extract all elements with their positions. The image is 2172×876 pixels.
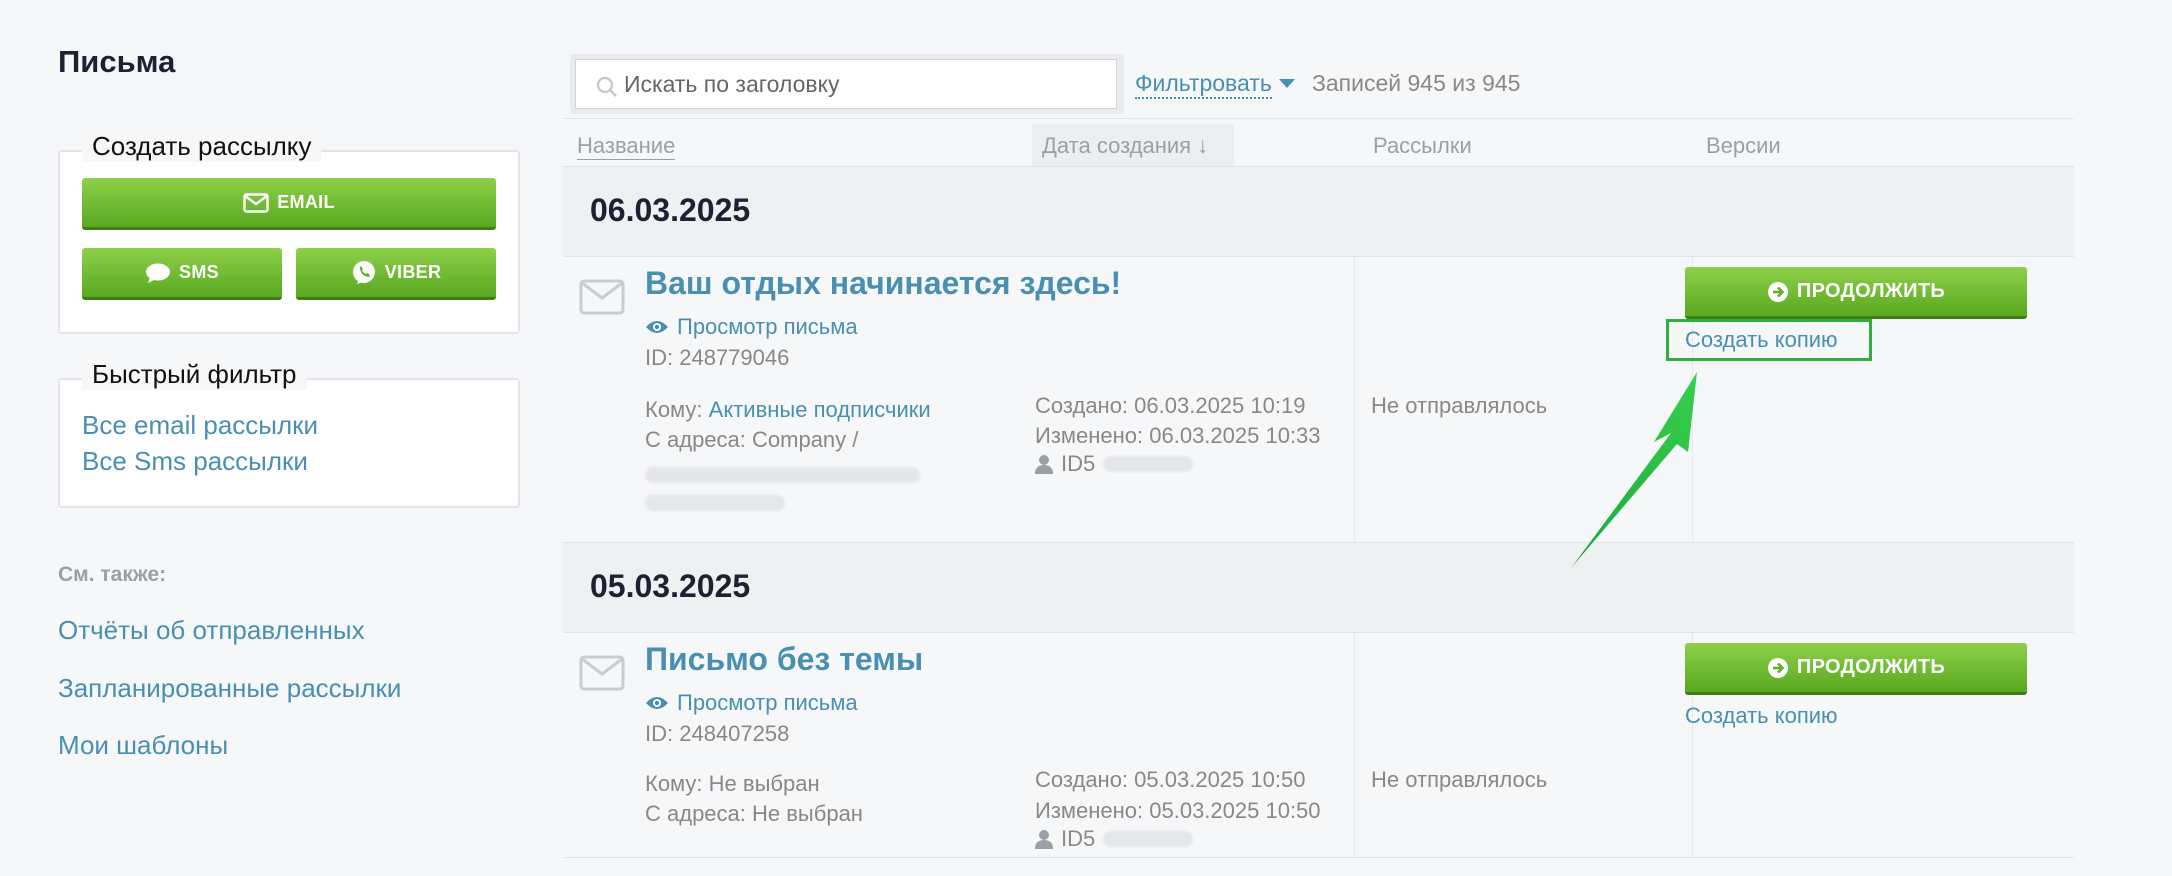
create-sms-button[interactable]: SMS: [82, 248, 282, 300]
letter-id: ID: 248779046: [645, 345, 790, 370]
letter-subject[interactable]: Письмо без темы: [645, 641, 923, 678]
sender-blurred: [645, 489, 785, 515]
modified-date: Изменено: 06.03.2025 10:33: [1035, 423, 1321, 448]
recipient-label: Кому:: [645, 771, 703, 796]
recipient-value: Не выбран: [708, 771, 820, 796]
author-line: ID5: [1035, 826, 1194, 852]
mailing-status: Не отправлялось: [1371, 767, 1548, 792]
column-header-created-label: Дата создания ↓: [1042, 133, 1209, 158]
create-copy-link[interactable]: Создать копию: [1685, 703, 1838, 729]
author-id: ID5: [1061, 826, 1096, 851]
created-date: Создано: 05.03.2025 10:50: [1035, 767, 1306, 792]
highlight-frame: [1666, 319, 1872, 361]
create-email-button[interactable]: EMAIL: [82, 178, 496, 230]
quick-filter-all-email[interactable]: Все email рассылки: [82, 410, 318, 441]
arrow-circle-right-icon: [1767, 657, 1788, 678]
see-also-label: См. также:: [58, 563, 167, 586]
continue-label: ПРОДОЛЖИТЬ: [1796, 656, 1946, 678]
quick-filter-legend: Быстрый фильтр: [82, 359, 307, 390]
caret-down-icon[interactable]: [1279, 79, 1295, 88]
recipient-line: Кому: Активные подписчики: [645, 397, 931, 423]
letter-row: Письмо без темы Просмотр письма ID: 2484…: [563, 632, 2074, 858]
continue-button[interactable]: ПРОДОЛЖИТЬ: [1685, 267, 2027, 319]
quick-filter-box: Быстрый фильтр Все email рассылки Все Sm…: [58, 359, 520, 508]
letter-id: ID: 248407258: [645, 721, 790, 746]
column-header-name[interactable]: Название: [577, 133, 676, 160]
search-bar: Искать по заголовку: [570, 54, 1124, 114]
author-id: ID5: [1061, 451, 1096, 476]
view-letter-label: Просмотр письма: [677, 314, 858, 339]
user-icon: [1035, 455, 1053, 474]
search-input[interactable]: Искать по заголовку: [575, 59, 1117, 109]
author-line: ID5: [1035, 451, 1194, 477]
user-icon: [1035, 830, 1053, 849]
search-placeholder: Искать по заголовку: [624, 70, 840, 97]
column-header-versions: Версии: [1706, 133, 1781, 158]
create-sms-label: SMS: [179, 262, 219, 282]
date-group-header: 06.03.2025: [563, 166, 2074, 256]
link-sent-reports[interactable]: Отчёты об отправленных: [58, 615, 365, 646]
column-header-mailings: Рассылки: [1373, 133, 1472, 158]
envelope-icon: [579, 279, 625, 315]
view-letter-link[interactable]: Просмотр письма: [645, 314, 858, 340]
create-mailing-box: Создать рассылку EMAIL SMS VIBER: [58, 131, 520, 334]
recipient-label: Кому:: [645, 397, 703, 422]
header-divider: [563, 118, 2074, 119]
search-icon: [596, 76, 617, 97]
sender-line: С адреса: Не выбран: [645, 801, 863, 826]
envelope-icon: [243, 192, 269, 213]
recipient-line: Кому: Не выбран: [645, 771, 820, 797]
view-letter-link[interactable]: Просмотр письма: [645, 690, 858, 716]
viber-icon: [352, 260, 375, 284]
envelope-icon: [579, 655, 625, 691]
column-header-created-date[interactable]: Дата создания ↓: [1032, 124, 1234, 166]
created-date: Создано: 06.03.2025 10:19: [1035, 393, 1306, 418]
create-viber-label: VIBER: [384, 262, 442, 282]
column-divider: [1354, 257, 1355, 542]
letter-subject[interactable]: Ваш отдых начинается здесь!: [645, 265, 1121, 302]
column-divider: [1354, 633, 1355, 857]
modified-date: Изменено: 05.03.2025 10:50: [1035, 798, 1321, 823]
link-my-templates[interactable]: Мои шаблоны: [58, 730, 228, 761]
records-count: Записей 945 из 945: [1312, 70, 1521, 96]
filter-dropdown[interactable]: Фильтровать: [1135, 70, 1272, 99]
group-date: 06.03.2025: [590, 192, 751, 228]
date-group-header: 05.03.2025: [563, 542, 2074, 632]
eye-icon: [646, 321, 668, 333]
create-viber-button[interactable]: VIBER: [296, 248, 496, 300]
continue-label: ПРОДОЛЖИТЬ: [1796, 280, 1946, 302]
view-letter-label: Просмотр письма: [677, 690, 858, 715]
link-scheduled-mailings[interactable]: Запланированные рассылки: [58, 673, 401, 704]
eye-icon: [646, 697, 668, 709]
chat-bubble-icon: [146, 263, 171, 283]
sender-line: С адреса: Company /: [645, 427, 859, 452]
annotation-arrow-icon: [1571, 372, 1697, 568]
mailing-status: Не отправлялось: [1371, 393, 1548, 418]
recipient-list-link[interactable]: Активные подписчики: [709, 397, 931, 422]
arrow-circle-right-icon: [1767, 281, 1788, 302]
group-date: 05.03.2025: [590, 568, 751, 604]
continue-button[interactable]: ПРОДОЛЖИТЬ: [1685, 643, 2027, 695]
create-mailing-legend: Создать рассылку: [82, 131, 322, 162]
create-email-label: EMAIL: [277, 192, 335, 212]
quick-filter-all-sms[interactable]: Все Sms рассылки: [82, 446, 308, 477]
letter-row: Ваш отдых начинается здесь! Просмотр пис…: [563, 256, 2074, 542]
sender-blurred: [645, 461, 920, 487]
page-title: Письма: [58, 44, 176, 79]
